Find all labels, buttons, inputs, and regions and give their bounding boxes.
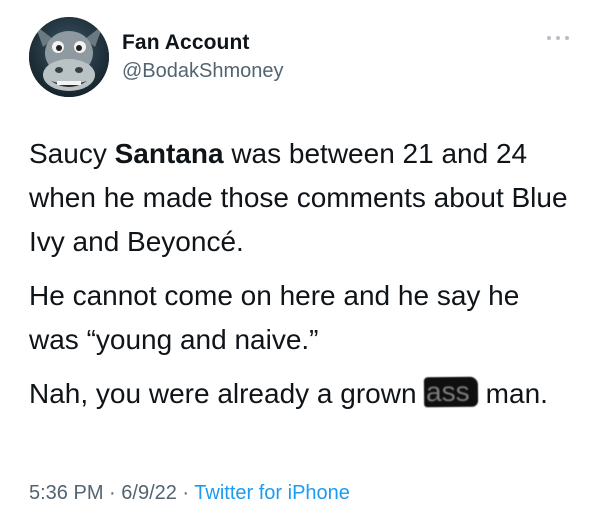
avatar-image	[29, 17, 109, 97]
tweet-time[interactable]: 5:36 PM	[29, 482, 103, 504]
meta-separator: ·	[103, 482, 122, 504]
censored-word: ass	[424, 376, 479, 408]
author-display-name[interactable]: Fan Account	[122, 31, 250, 55]
more-dot	[556, 36, 560, 40]
meta-separator: ·	[176, 482, 195, 504]
more-options-icon[interactable]	[547, 31, 569, 45]
author-handle[interactable]: @BodakShmoney	[122, 60, 284, 83]
tweet-date[interactable]: 6/9/22	[121, 482, 177, 504]
tweet-card: Fan Account @BodakShmoney Saucy Santana …	[0, 0, 595, 528]
tweet-text: Saucy Santana was between 21 and 24 when…	[29, 132, 574, 426]
tweet-paragraph-1: Saucy Santana was between 21 and 24 when…	[29, 132, 574, 264]
tweet-paragraph-2: He cannot come on here and he say he was…	[29, 280, 520, 355]
tweet-paragraph-3: Nah, you were already a grown ass man.	[29, 372, 574, 416]
donkey-avatar-icon[interactable]	[29, 17, 109, 97]
tweet-source-link[interactable]: Twitter for iPhone	[194, 482, 350, 504]
tweet-meta: 5:36 PM · 6/9/22 · Twitter for iPhone	[29, 482, 350, 505]
paragraph-1-bold-name: Santana	[114, 138, 224, 169]
more-dot	[565, 36, 569, 40]
paragraph-3-text-start: Nah, you were already a grown	[29, 378, 425, 409]
more-dot	[547, 36, 551, 40]
paragraph-1-text-start: Saucy	[29, 138, 115, 169]
paragraph-3-text-end: man.	[477, 378, 548, 409]
